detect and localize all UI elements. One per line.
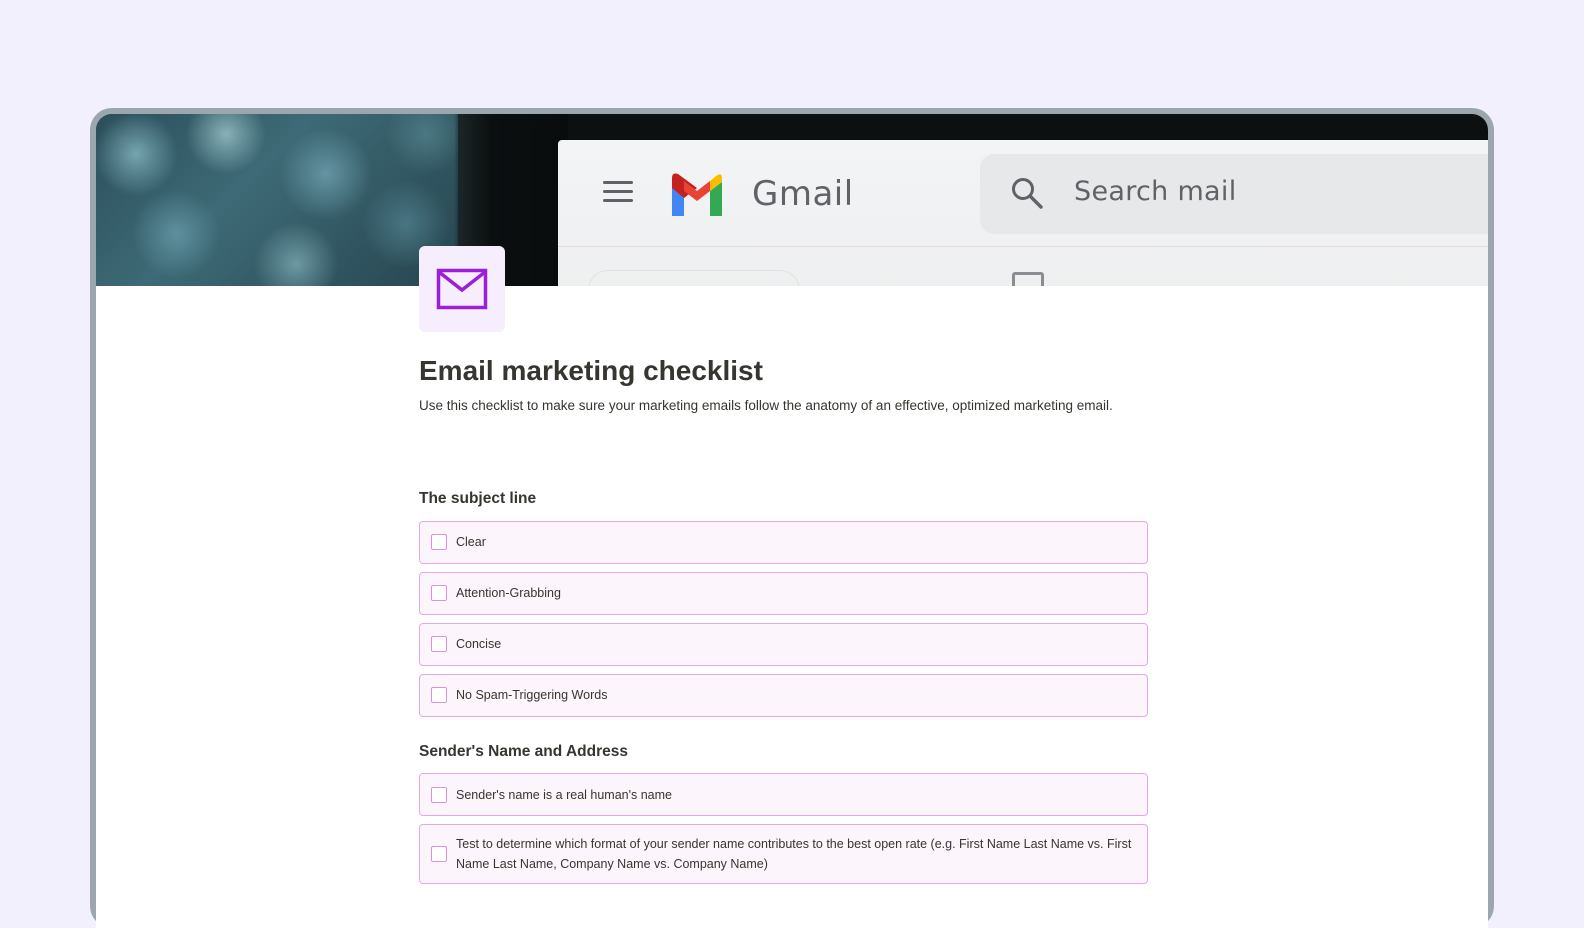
checklist-item[interactable]: Sender's name is a real human's name <box>419 773 1148 817</box>
checklist-item[interactable]: Clear <box>419 520 1148 564</box>
notion-page: Gmail Search mail Email marketing checkl… <box>96 114 1488 928</box>
checklist-item[interactable]: Attention-Grabbing <box>419 571 1148 615</box>
cover-blurred-background <box>96 114 466 286</box>
checklist-item-label: Sender's name is a real human's name <box>456 787 672 802</box>
checklist-item[interactable]: Test to determine which format of your s… <box>419 824 1148 885</box>
page-icon[interactable] <box>419 246 505 332</box>
checklist-item-label: Test to determine which format of your s… <box>456 837 1132 872</box>
checklist-item-label: Concise <box>456 637 502 652</box>
checkbox[interactable] <box>431 846 447 863</box>
checklist-item-label: Attention-Grabbing <box>456 586 561 601</box>
checklist-item[interactable]: Concise <box>419 622 1148 666</box>
hamburger-menu-icon <box>603 181 633 203</box>
envelope-icon <box>436 268 488 310</box>
gmail-search-placeholder: Search mail <box>1074 176 1237 207</box>
checklist-item[interactable]: No Spam-Triggering Words <box>419 673 1148 717</box>
section-heading: The subject line <box>419 490 537 508</box>
gmail-search-bar: Search mail <box>980 154 1488 234</box>
gmail-header: Gmail Search mail <box>558 140 1488 247</box>
cover-image: Gmail Search mail <box>96 114 1488 286</box>
gmail-screen: Gmail Search mail <box>558 140 1488 286</box>
device-frame: Gmail Search mail Email marketing checkl… <box>90 108 1494 928</box>
gmail-compose-ghost <box>588 270 800 286</box>
section-heading: Sender's Name and Address <box>419 742 628 760</box>
checkbox[interactable] <box>431 687 447 704</box>
checklist-item-label: Clear <box>456 535 486 550</box>
checkbox[interactable] <box>431 786 447 803</box>
search-icon <box>1012 178 1043 209</box>
checkbox[interactable] <box>431 585 447 602</box>
checkbox[interactable] <box>431 534 447 551</box>
section-sender-name: Sender's Name and Address Sender's name … <box>419 743 1149 885</box>
checkbox[interactable] <box>431 636 447 653</box>
checklist-item-label: No Spam-Triggering Words <box>456 688 608 703</box>
page-content: Email marketing checklist Use this check… <box>419 354 1149 885</box>
page-title: Email marketing checklist <box>419 355 763 386</box>
page-description: Use this checklist to make sure your mar… <box>419 397 1113 413</box>
gmail-checkbox-ghost <box>1012 272 1044 286</box>
gmail-wordmark: Gmail <box>752 174 854 214</box>
section-subject-line: The subject line Clear Attention-Grabbin… <box>419 490 1149 717</box>
gmail-logo-icon <box>672 173 722 216</box>
